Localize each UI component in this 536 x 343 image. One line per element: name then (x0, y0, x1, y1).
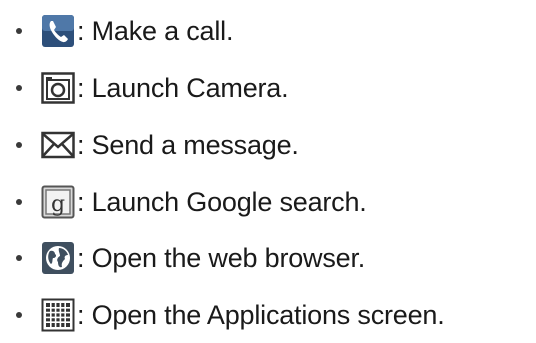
bullet (16, 85, 22, 91)
item-label: : Open the web browser. (77, 243, 366, 273)
item-label: : Make a call. (77, 16, 234, 46)
google-search-icon: g (41, 185, 75, 219)
shortcut-list: : Make a call. : Launch Camera. : Send a… (0, 0, 536, 343)
globe-icon (41, 241, 75, 275)
list-item: : Launch Camera. (0, 68, 289, 108)
list-item: : Open the Applications screen. (0, 295, 445, 335)
svg-text:g: g (51, 192, 65, 217)
item-label: : Open the Applications screen. (77, 300, 445, 330)
item-label: : Launch Camera. (77, 73, 289, 103)
grid-icon (41, 298, 75, 332)
item-label: : Launch Google search. (77, 187, 367, 217)
phone-icon (41, 14, 75, 48)
bullet (16, 199, 22, 205)
list-item: : Open the web browser. (0, 238, 365, 278)
bullet (16, 28, 22, 34)
camera-icon (41, 71, 75, 105)
list-item: g : Launch Google search. (0, 182, 367, 222)
envelope-icon (41, 128, 75, 162)
bullet (16, 312, 22, 318)
bullet (16, 255, 22, 261)
item-label: : Send a message. (77, 130, 299, 160)
bullet (16, 142, 22, 148)
list-item: : Make a call. (0, 11, 233, 51)
list-item: : Send a message. (0, 125, 299, 165)
